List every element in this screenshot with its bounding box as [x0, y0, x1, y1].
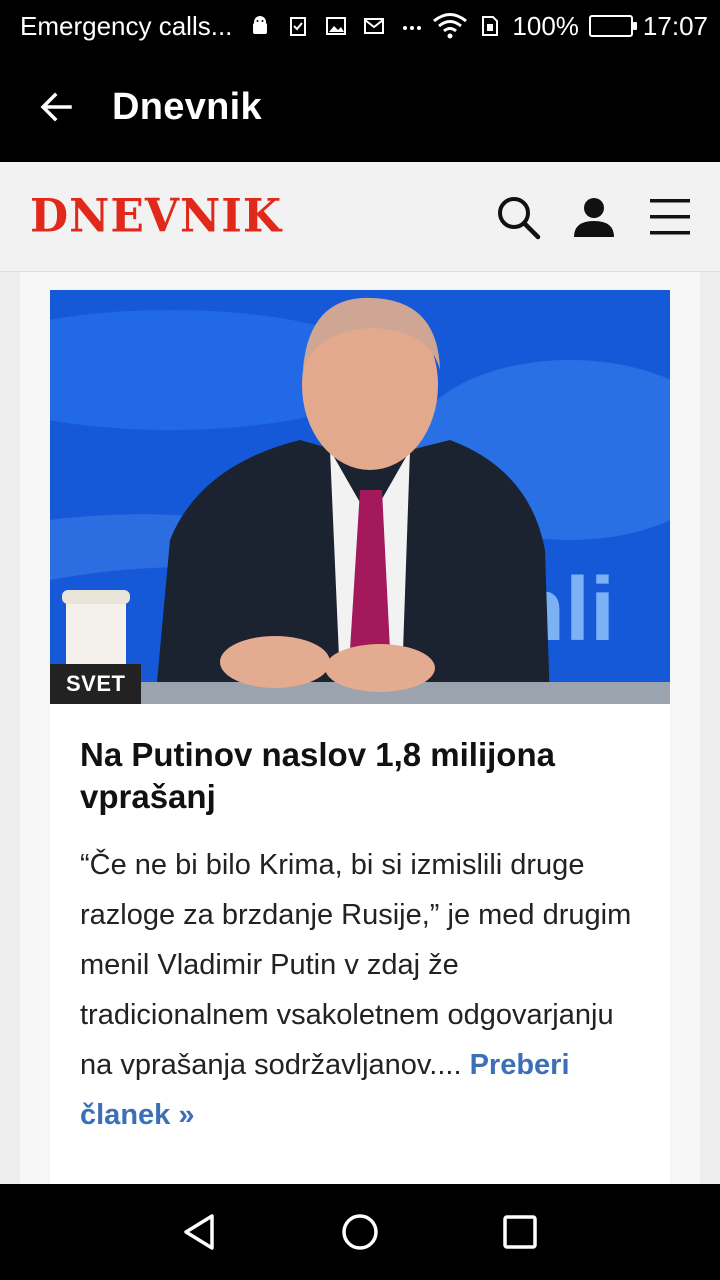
search-button[interactable] [494, 193, 542, 241]
battery-percent: 100% [512, 10, 579, 41]
arrow-back-icon [40, 92, 72, 122]
home-circle-icon [342, 1214, 378, 1250]
back-triangle-icon [184, 1214, 214, 1250]
more-dots-icon [403, 26, 422, 30]
category-tag[interactable]: SVET [50, 664, 142, 704]
android-icon [253, 16, 268, 34]
status-bar: Emergency calls... 100% 17:07 [0, 0, 720, 52]
menu-icon [650, 198, 690, 234]
nav-home-button[interactable] [320, 1192, 400, 1272]
article-excerpt: “Če ne bi bilo Krima, bi si izmislili dr… [80, 840, 640, 1140]
sim-icon [482, 16, 499, 36]
menu-button[interactable] [646, 193, 694, 241]
site-logo[interactable]: DNEVNIK [30, 190, 282, 244]
article-card[interactable]: nli SVET Na Putinov naslov 1,8 milijona … [50, 290, 670, 1184]
mail-icon [364, 18, 385, 34]
nav-back-button[interactable] [160, 1192, 240, 1272]
search-icon [498, 196, 541, 239]
wifi-icon [433, 13, 468, 39]
user-button[interactable] [570, 193, 618, 241]
recents-square-icon [503, 1215, 537, 1249]
carrier-text: Emergency calls... [20, 10, 233, 41]
clock: 17:07 [642, 10, 708, 41]
back-button[interactable] [0, 52, 112, 162]
user-icon [574, 197, 614, 237]
navigation-bar [0, 1184, 720, 1280]
app-bar: Dnevnik [0, 52, 720, 162]
article-photo: nli [50, 290, 670, 704]
battery-icon [588, 15, 637, 37]
clipboard-check-icon [290, 17, 307, 36]
web-content: nli SVET Na Putinov naslov 1,8 milijona … [0, 272, 720, 1184]
notification-icons [248, 14, 424, 38]
nav-recents-button[interactable] [480, 1192, 560, 1272]
image-icon [326, 17, 347, 35]
site-header: DNEVNIK [0, 162, 720, 272]
excerpt-text: “Če ne bi bilo Krima, bi si izmislili dr… [80, 849, 632, 1081]
article-image[interactable]: nli SVET [50, 290, 670, 704]
article-headline[interactable]: Na Putinov naslov 1,8 milijona vprašanj [80, 734, 640, 818]
app-title: Dnevnik [112, 85, 262, 128]
